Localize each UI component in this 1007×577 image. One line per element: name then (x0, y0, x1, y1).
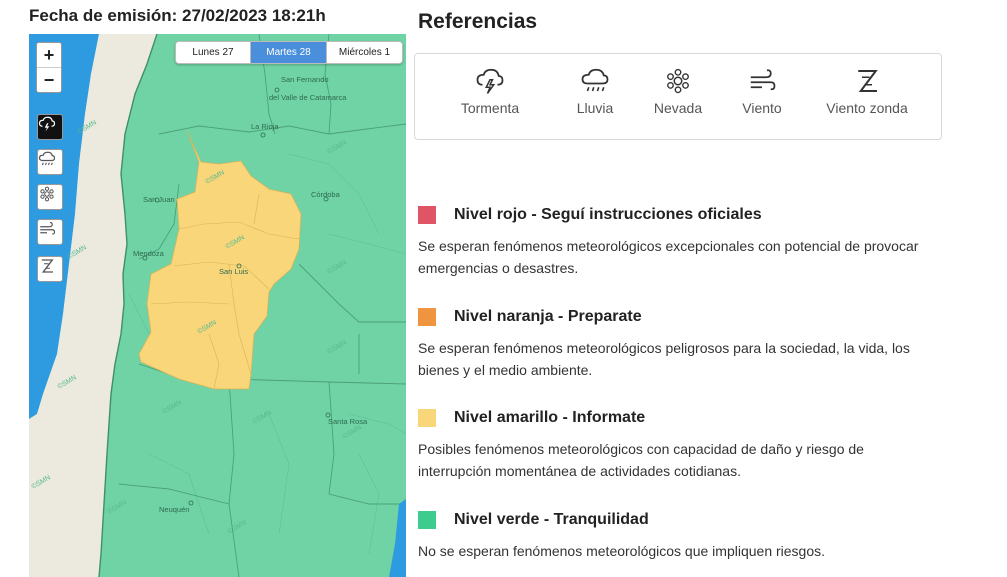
city-label: del Valle de Catamarca (269, 93, 347, 102)
rain-icon (38, 151, 56, 166)
day-tab-lunes[interactable]: Lunes 27 (176, 42, 251, 63)
city-label: San Fernando (281, 75, 329, 84)
day-selector: Lunes 27 Martes 28 Miércoles 1 (175, 41, 403, 64)
viento-layer-button[interactable] (37, 219, 63, 245)
day-tab-miercoles[interactable]: Miércoles 1 (327, 42, 402, 63)
city-label: San Juan (143, 195, 175, 204)
reference-tormenta: Tormenta (455, 66, 525, 116)
map-canvas[interactable]: San Fernando del Valle de Catamarca La R… (29, 34, 406, 577)
nevada-layer-button[interactable] (37, 184, 63, 210)
level-description: Se esperan fenómenos meteorológicos peli… (418, 340, 910, 378)
issue-date: Fecha de emisión: 27/02/2023 18:21h (29, 6, 326, 25)
city-label: Mendoza (133, 249, 165, 258)
day-tab-martes[interactable]: Martes 28 (251, 42, 327, 63)
level-swatch-red (418, 206, 436, 224)
city-label: Córdoba (311, 190, 341, 199)
zoom-in-button[interactable]: + (37, 43, 61, 68)
reference-viento: Viento (735, 66, 789, 116)
reference-nevada: Nevada (649, 66, 707, 116)
reference-label: Lluvia (576, 100, 614, 116)
city-label: Santa Rosa (328, 417, 368, 426)
reference-label: Viento (742, 100, 782, 116)
alert-map[interactable]: San Fernando del Valle de Catamarca La R… (29, 34, 406, 577)
smn-watermark: ©SMN (161, 398, 183, 415)
level-title: Nivel rojo - Seguí instrucciones oficial… (454, 206, 762, 223)
zonda-icon (41, 259, 54, 273)
level-swatch-yellow (418, 409, 436, 427)
reference-label: Nevada (653, 100, 703, 116)
reference-label: Viento zonda (826, 100, 908, 116)
zonda-icon (858, 70, 878, 92)
level-swatch-green (418, 511, 436, 529)
city-label: La Rioja (251, 122, 279, 131)
reference-lluvia: Lluvia (567, 66, 623, 116)
reference-label: Tormenta (460, 100, 520, 116)
smn-watermark: ©SMN (326, 338, 348, 355)
wind-icon (40, 221, 56, 235)
level-title: Nivel naranja - Preparate (454, 308, 642, 325)
storm-icon (38, 116, 56, 132)
tormenta-layer-button[interactable] (37, 114, 63, 140)
zoom-control: + − (36, 42, 62, 93)
references-title: Referencias (418, 10, 538, 33)
snow-icon (40, 186, 54, 202)
references-panel: Tormenta Lluvia Nevada Viento Viento zon… (414, 53, 942, 140)
level-title: Nivel verde - Tranquilidad (454, 511, 649, 528)
snow-icon (667, 68, 689, 94)
storm-icon (476, 68, 504, 94)
atlantic-ocean (389, 499, 406, 577)
zoom-out-button[interactable]: − (37, 68, 61, 92)
level-description: Se esperan fenómenos meteorológicos exce… (418, 238, 919, 276)
lluvia-layer-button[interactable] (37, 149, 63, 175)
wind-icon (750, 69, 776, 91)
level-title: Nivel amarillo - Informate (454, 409, 646, 426)
viento-zonda-layer-button[interactable] (37, 256, 63, 282)
smn-watermark: ©SMN (341, 423, 363, 440)
level-description: No se esperan fenómenos meteorológicos q… (418, 543, 826, 559)
smn-watermark: ©SMN (226, 518, 248, 535)
reference-viento-zonda: Viento zonda (819, 66, 915, 116)
level-swatch-orange (418, 308, 436, 326)
smn-watermark: ©SMN (326, 138, 348, 155)
smn-watermark: ©SMN (106, 498, 128, 515)
level-description: Posibles fenómenos meteorológicos con ca… (418, 441, 864, 479)
smn-watermark: ©SMN (326, 258, 348, 275)
city-label: San Luis (219, 267, 248, 276)
smn-watermark: ©SMN (251, 408, 273, 425)
rain-icon (581, 68, 609, 92)
city-label: Neuquén (159, 505, 189, 514)
